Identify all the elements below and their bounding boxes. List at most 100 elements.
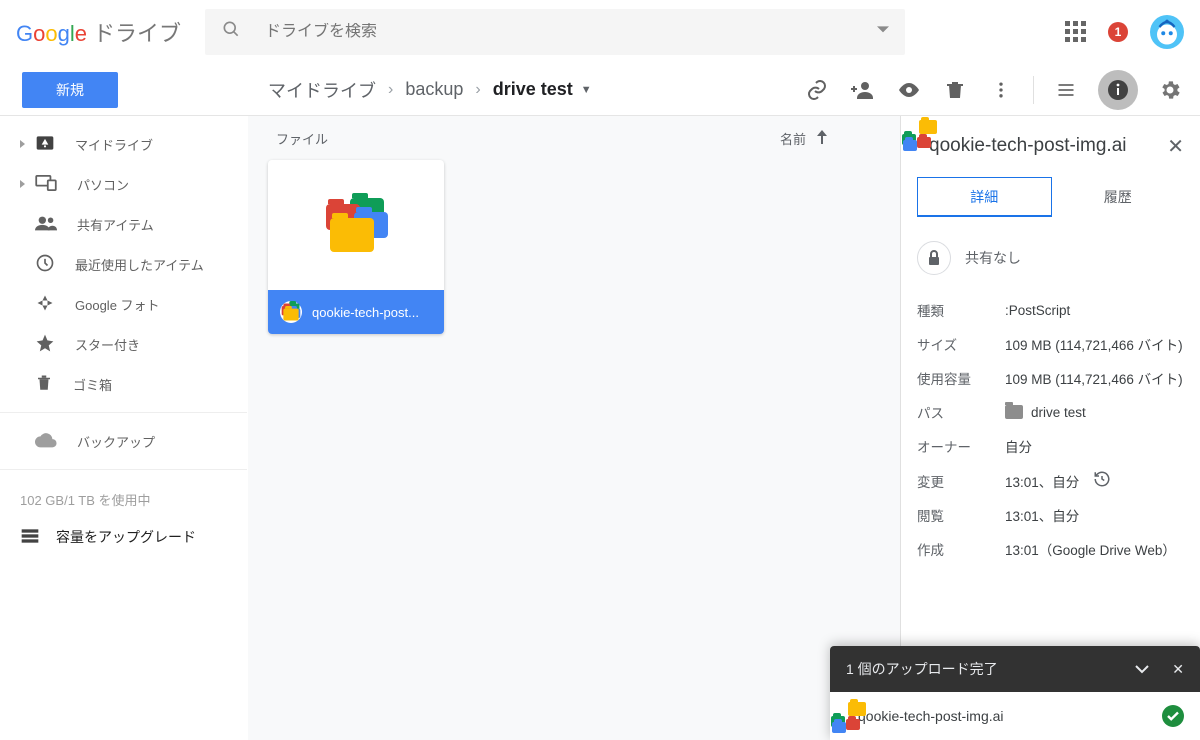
google-wordmark: Google	[16, 21, 87, 47]
settings-icon[interactable]	[1156, 76, 1184, 104]
sidebar-item-computers[interactable]: パソコン	[0, 164, 247, 204]
file-card[interactable]: qookie-tech-post...	[268, 160, 444, 334]
breadcrumb-item-mydrive[interactable]: マイドライブ	[268, 77, 376, 103]
prop-owner-value: 自分	[1005, 436, 1032, 456]
tab-details[interactable]: 詳細	[917, 177, 1052, 217]
list-view-icon[interactable]	[1052, 76, 1080, 104]
tab-activity[interactable]: 履歴	[1052, 177, 1185, 217]
prop-size-key: サイズ	[917, 334, 1005, 354]
file-type-icon	[324, 198, 388, 252]
close-icon[interactable]: ✕	[1167, 134, 1184, 159]
upload-item-row[interactable]: qookie-tech-post-img.ai	[830, 692, 1200, 740]
prop-viewed-value: 13:01、自分	[1005, 505, 1079, 525]
account-avatar[interactable]	[1150, 15, 1184, 49]
sidebar-item-label: 共有アイテム	[77, 215, 154, 234]
sidebar-item-label: 最近使用したアイテム	[75, 255, 204, 274]
cloud-icon	[35, 432, 57, 451]
star-icon	[35, 333, 55, 356]
info-icon[interactable]	[1098, 70, 1138, 110]
storage-usage: 102 GB/1 TB を使用中	[0, 478, 247, 521]
sidebar-item-trash[interactable]: ゴミ箱	[0, 364, 247, 404]
prop-type-value: :PostScript	[1005, 303, 1070, 318]
prop-viewed-key: 閲覧	[917, 505, 1005, 525]
details-title: qookie-tech-post-img.ai	[929, 134, 1155, 159]
prop-modified-key: 変更	[917, 471, 1005, 491]
product-name: ドライブ	[93, 16, 181, 48]
sidebar: マイドライブ パソコン 共有アイテム 最近使用したアイテム Google フォト…	[0, 116, 248, 740]
folder-icon	[1005, 405, 1023, 419]
more-icon[interactable]	[987, 76, 1015, 104]
breadcrumb-item-current[interactable]: drive test	[493, 79, 573, 100]
chevron-right-icon: ›	[475, 81, 480, 99]
lock-icon	[917, 241, 951, 275]
sidebar-item-shared[interactable]: 共有アイテム	[0, 204, 247, 244]
close-icon[interactable]: ✕	[1172, 661, 1184, 678]
sidebar-item-recent[interactable]: 最近使用したアイテム	[0, 244, 247, 284]
breadcrumb: マイドライブ › backup › drive test ▼	[268, 77, 592, 103]
delete-icon[interactable]	[941, 76, 969, 104]
prop-path-value[interactable]: drive test	[1031, 405, 1086, 420]
search-icon	[221, 19, 241, 44]
prop-type-key: 種類	[917, 300, 1005, 320]
share-status: 共有なし	[965, 248, 1021, 268]
search-dropdown-icon[interactable]	[877, 23, 889, 41]
storage-icon	[20, 528, 40, 547]
prop-size-value: 109 MB (114,721,466 バイト)	[1005, 334, 1183, 354]
upload-toast: 1 個のアップロード完了 ✕ qookie-tech-post-img.ai	[830, 646, 1200, 740]
prop-used-value: 109 MB (114,721,466 バイト)	[1005, 368, 1183, 388]
prop-used-key: 使用容量	[917, 368, 1005, 388]
section-label: ファイル	[276, 129, 328, 148]
sidebar-item-label: Google フォト	[75, 295, 160, 314]
people-icon	[35, 215, 57, 234]
toolbar-divider	[1033, 76, 1034, 104]
expand-icon[interactable]	[20, 140, 25, 148]
prop-modified-value: 13:01、自分	[1005, 471, 1079, 491]
upload-item-name: qookie-tech-post-img.ai	[858, 708, 1004, 724]
clock-icon	[35, 253, 55, 276]
trash-icon	[35, 373, 53, 396]
prop-path-key: パス	[917, 402, 1005, 422]
photos-icon	[35, 293, 55, 316]
add-person-icon[interactable]	[849, 76, 877, 104]
search-input[interactable]	[265, 23, 877, 41]
breadcrumb-dropdown-icon[interactable]: ▼	[581, 84, 592, 96]
apps-icon[interactable]	[1065, 21, 1086, 42]
sidebar-item-starred[interactable]: スター付き	[0, 324, 247, 364]
sidebar-item-label: パソコン	[77, 175, 129, 194]
toast-title: 1 個のアップロード完了	[846, 659, 998, 679]
file-type-badge-icon	[280, 301, 302, 323]
sidebar-item-label: バックアップ	[77, 432, 155, 451]
new-button[interactable]: 新規	[22, 72, 118, 108]
get-link-icon[interactable]	[803, 76, 831, 104]
logo[interactable]: Google ドライブ	[16, 16, 181, 48]
sidebar-item-label: マイドライブ	[75, 135, 153, 154]
sort-arrow-up-icon[interactable]	[816, 130, 828, 147]
chevron-right-icon: ›	[388, 81, 393, 99]
chevron-down-icon[interactable]	[1134, 661, 1150, 678]
sidebar-item-label: スター付き	[75, 335, 140, 354]
action-toolbar: 新規 マイドライブ › backup › drive test ▼	[0, 64, 1200, 116]
sidebar-item-photos[interactable]: Google フォト	[0, 284, 247, 324]
sort-label[interactable]: 名前	[780, 129, 806, 148]
history-icon[interactable]	[1093, 470, 1111, 491]
prop-created-key: 作成	[917, 539, 1005, 559]
sidebar-item-backups[interactable]: バックアップ	[0, 421, 247, 461]
main-content: ファイル 名前 qookie-tech-post...	[248, 116, 900, 740]
notifications-badge[interactable]: 1	[1108, 22, 1128, 42]
file-thumbnail	[268, 160, 444, 290]
breadcrumb-item-backup[interactable]: backup	[405, 79, 463, 100]
file-name: qookie-tech-post...	[312, 305, 419, 320]
search-bar[interactable]	[205, 9, 905, 55]
upgrade-storage-link[interactable]: 容量をアップグレード	[0, 521, 247, 553]
prop-owner-key: オーナー	[917, 436, 1005, 456]
prop-created-value: 13:01（Google Drive Web）	[1005, 539, 1176, 559]
sidebar-item-mydrive[interactable]: マイドライブ	[0, 124, 247, 164]
app-header: Google ドライブ 1	[0, 0, 1200, 64]
upgrade-label: 容量をアップグレード	[56, 527, 196, 547]
sidebar-item-label: ゴミ箱	[73, 375, 112, 394]
expand-icon[interactable]	[20, 180, 25, 188]
preview-icon[interactable]	[895, 76, 923, 104]
drive-icon	[35, 134, 55, 155]
success-check-icon	[1162, 705, 1184, 727]
devices-icon	[35, 175, 57, 194]
